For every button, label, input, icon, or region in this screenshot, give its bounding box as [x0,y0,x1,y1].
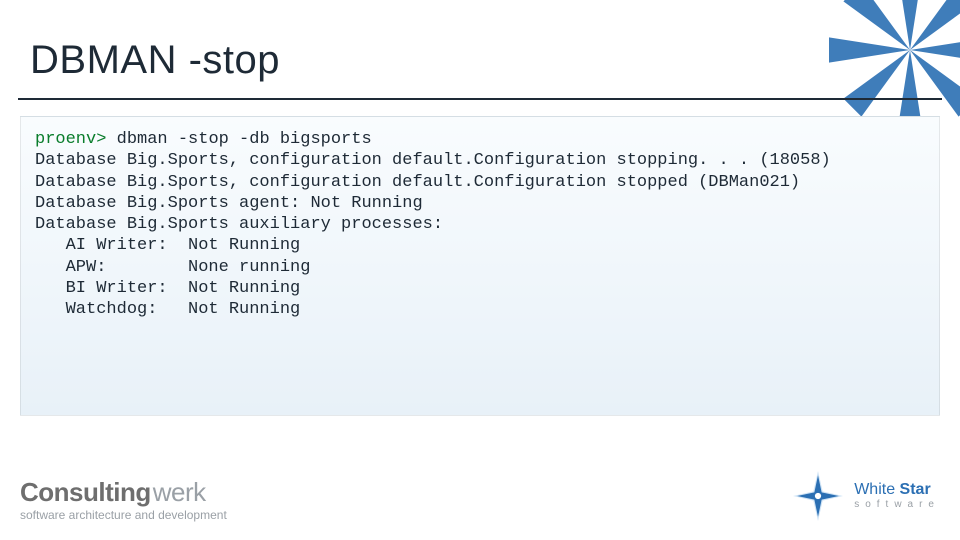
output-line: Database Big.Sports, configuration defau… [35,150,925,171]
output-line: APW: None running [35,257,925,278]
whitestar-white: White [854,481,899,498]
output-line: Database Big.Sports auxiliary processes: [35,214,925,235]
title-underline [18,98,942,100]
terminal-panel: proenv> dbman -stop -db bigsportsDatabas… [20,116,940,416]
footer-right-logo: White Star software [792,470,940,522]
star-icon [792,470,844,522]
consultingwerk-tagline: software architecture and development [20,508,227,522]
prompt: proenv> [35,130,106,149]
output-line: Watchdog: Not Running [35,299,925,320]
consultingwerk-light: werk [153,477,206,508]
output-line: Database Big.Sports agent: Not Running [35,193,925,214]
whitestar-name: White Star [854,482,940,498]
slide-title: DBMAN -stop [30,38,280,83]
footer-left-logo: Consultingwerk software architecture and… [20,477,227,522]
output-line: BI Writer: Not Running [35,278,925,299]
output-line: AI Writer: Not Running [35,235,925,256]
consultingwerk-logo: Consultingwerk [20,477,227,508]
consultingwerk-strong: Consulting [20,477,151,508]
whitestar-tagline: software [854,500,940,510]
output-line: Database Big.Sports, configuration defau… [35,172,925,193]
whitestar-star: Star [900,481,931,498]
command: dbman -stop -db bigsports [117,130,372,149]
